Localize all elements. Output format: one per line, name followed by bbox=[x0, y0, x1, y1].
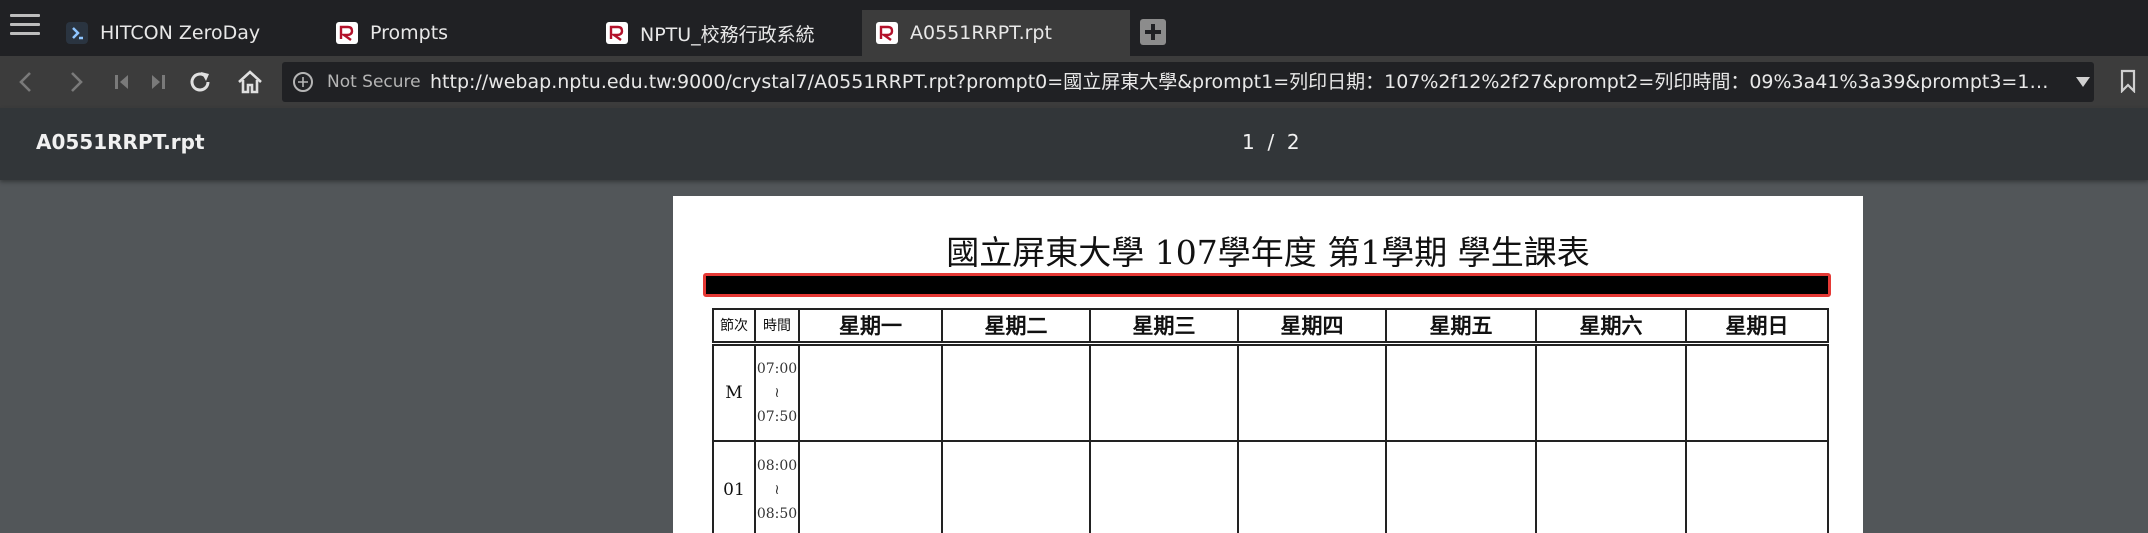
nptu-favicon bbox=[876, 22, 898, 44]
column-header: 星期六 bbox=[1535, 308, 1687, 346]
schedule-cell bbox=[941, 440, 1091, 533]
info-icon[interactable] bbox=[292, 71, 314, 93]
schedule-cell bbox=[1385, 342, 1537, 442]
schedule-cell bbox=[1089, 440, 1239, 533]
nptu-favicon bbox=[606, 22, 628, 44]
url-text[interactable]: http://webap.nptu.edu.tw:9000/crystal7/A… bbox=[430, 62, 2060, 102]
document-title: 國立屏東大學 107學年度 第1學期 學生課表 bbox=[946, 233, 1590, 272]
schedule-cell bbox=[1237, 342, 1387, 442]
end-time: 07:50 bbox=[756, 408, 798, 425]
reload-icon[interactable] bbox=[184, 66, 216, 98]
first-page-icon[interactable] bbox=[106, 66, 138, 98]
time-separator: ≀ bbox=[774, 482, 780, 498]
pdf-file-name: A0551RRPT.rpt bbox=[36, 130, 205, 154]
schedule-cell bbox=[1385, 440, 1537, 533]
schedule-cell bbox=[798, 440, 943, 533]
period-cell: 01 bbox=[712, 440, 756, 533]
tab-a0551rrpt[interactable]: A0551RRPT.rpt bbox=[862, 10, 1130, 56]
address-bar[interactable]: Not Secure http://webap.nptu.edu.tw:9000… bbox=[282, 62, 2094, 102]
column-header: 時間 bbox=[754, 308, 800, 346]
tab-strip: HITCON ZeroDay Prompts NPTU_校務行政系統 A0551… bbox=[0, 0, 2148, 56]
dropdown-icon[interactable] bbox=[2076, 76, 2090, 88]
bookmark-icon[interactable] bbox=[2120, 69, 2136, 93]
table-row: 01 08:00 ≀ 08:50 bbox=[712, 440, 1829, 533]
browser-toolbar: Not Secure http://webap.nptu.edu.tw:9000… bbox=[0, 56, 2148, 108]
schedule-cell bbox=[1237, 440, 1387, 533]
new-tab-icon[interactable] bbox=[1140, 19, 1166, 45]
course-schedule-table: 節次 時間 星期一 星期二 星期三 星期四 星期五 星期六 星期日 M 07:0… bbox=[712, 308, 1829, 533]
column-header: 星期三 bbox=[1089, 308, 1239, 346]
period-cell: M bbox=[712, 342, 756, 442]
security-status: Not Secure bbox=[327, 72, 421, 92]
forward-icon[interactable] bbox=[60, 66, 92, 98]
tab-label: NPTU_校務行政系統 bbox=[640, 23, 815, 46]
time-cell: 07:00 ≀ 07:50 bbox=[754, 342, 800, 442]
nptu-favicon bbox=[336, 22, 358, 44]
column-header: 星期一 bbox=[798, 308, 943, 346]
zeroday-favicon bbox=[66, 22, 88, 44]
end-time: 08:50 bbox=[756, 506, 798, 522]
schedule-cell bbox=[1535, 342, 1687, 442]
tab-nptu-admin[interactable]: NPTU_校務行政系統 bbox=[592, 10, 862, 56]
back-icon[interactable] bbox=[10, 66, 42, 98]
tab-prompts[interactable]: Prompts bbox=[322, 10, 592, 56]
table-header-row: 節次 時間 星期一 星期二 星期三 星期四 星期五 星期六 星期日 bbox=[712, 308, 1829, 346]
table-row: M 07:00 ≀ 07:50 bbox=[712, 342, 1829, 442]
start-time: 08:00 bbox=[756, 458, 798, 474]
column-header: 星期日 bbox=[1685, 308, 1829, 346]
tab-label: A0551RRPT.rpt bbox=[910, 22, 1052, 44]
start-time: 07:00 bbox=[756, 360, 798, 377]
schedule-cell bbox=[1089, 342, 1239, 442]
column-header: 星期五 bbox=[1385, 308, 1537, 346]
schedule-cell bbox=[1685, 342, 1829, 442]
schedule-cell bbox=[1685, 440, 1829, 533]
schedule-cell bbox=[941, 342, 1091, 442]
column-header: 星期四 bbox=[1237, 308, 1387, 346]
pdf-page: 國立屏東大學 107學年度 第1學期 學生課表 節次 時間 星期一 星期二 星期… bbox=[673, 196, 1863, 533]
pdf-viewer-toolbar: A0551RRPT.rpt 1 / 2 bbox=[0, 108, 2148, 180]
tab-label: Prompts bbox=[370, 22, 449, 44]
redacted-bar bbox=[703, 273, 1831, 297]
time-separator: ≀ bbox=[774, 384, 780, 401]
page-indicator: 1 / 2 bbox=[1242, 130, 1300, 154]
schedule-cell bbox=[798, 342, 943, 442]
tab-hitcon-zeroday[interactable]: HITCON ZeroDay bbox=[52, 10, 322, 56]
schedule-cell bbox=[1535, 440, 1687, 533]
home-icon[interactable] bbox=[234, 66, 266, 98]
column-header: 節次 bbox=[712, 308, 756, 346]
last-page-icon[interactable] bbox=[142, 66, 174, 98]
tab-label: HITCON ZeroDay bbox=[100, 22, 261, 44]
menu-icon[interactable] bbox=[10, 14, 40, 40]
column-header: 星期二 bbox=[941, 308, 1091, 346]
time-cell: 08:00 ≀ 08:50 bbox=[754, 440, 800, 533]
